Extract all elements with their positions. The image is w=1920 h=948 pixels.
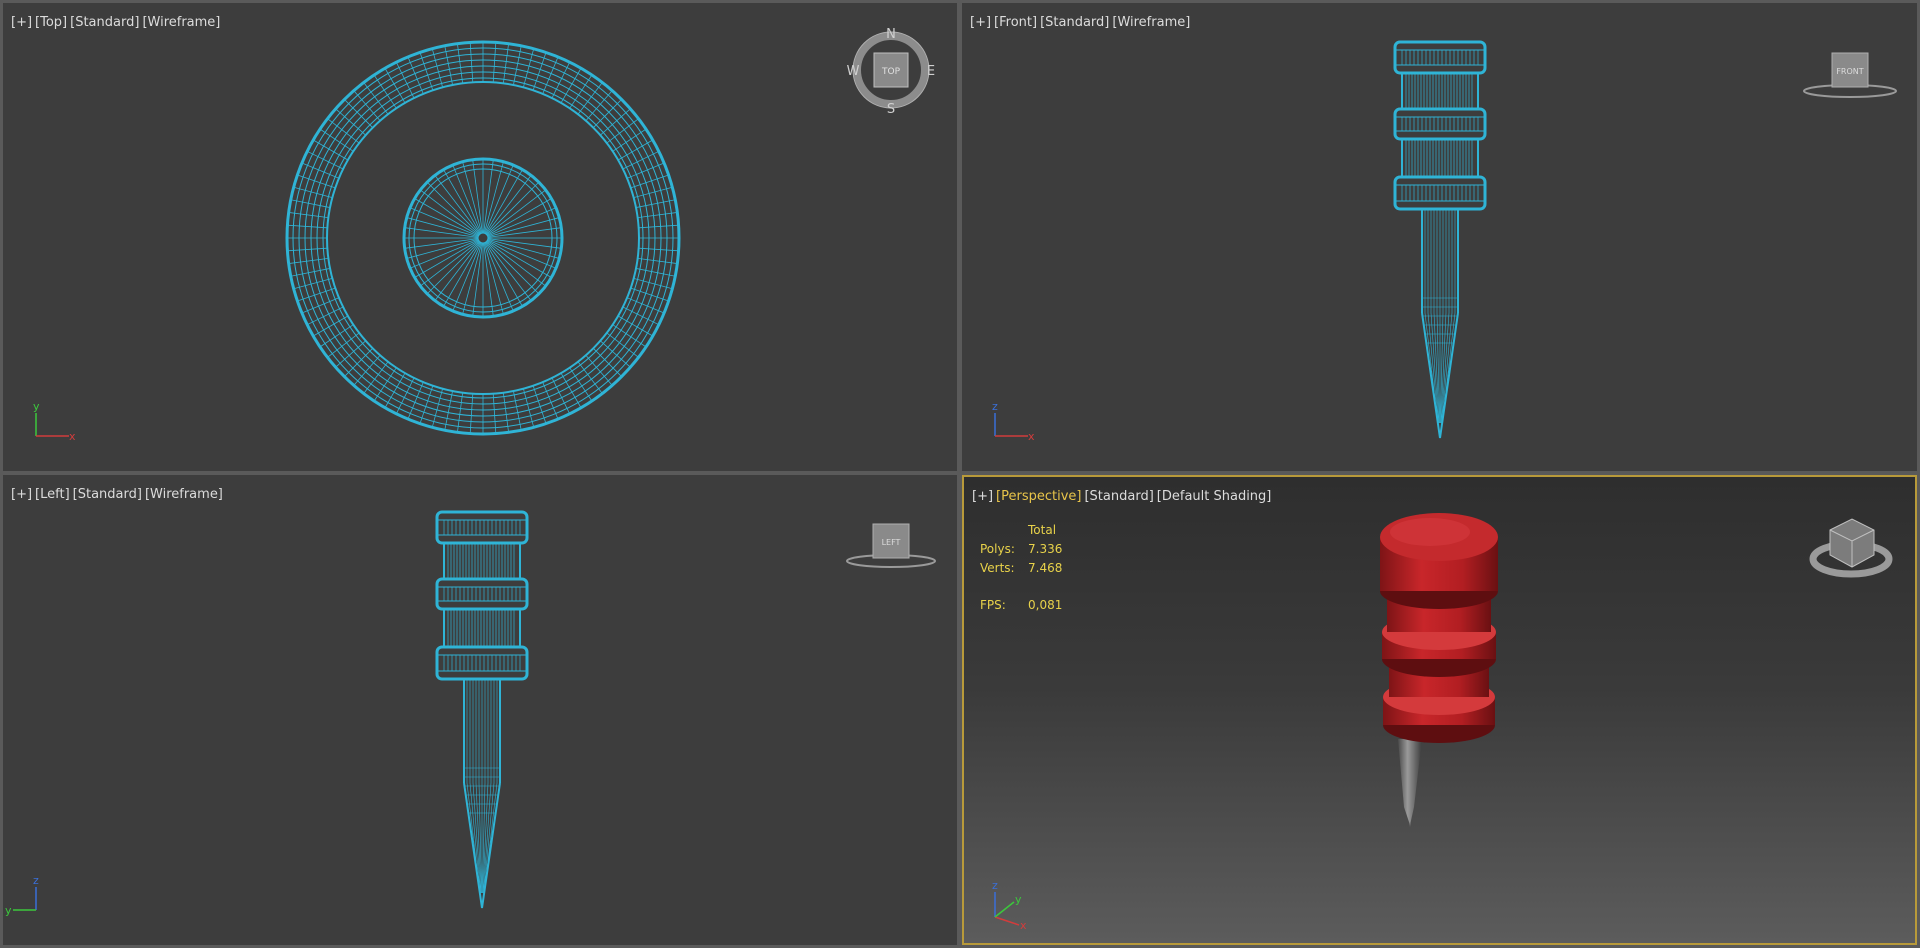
- axis-label-y: y: [5, 904, 12, 917]
- viewport-grid: [+] [Top] [Standard] [Wireframe] TOP N S…: [0, 0, 1920, 948]
- axis-tripod-perspective: z x y: [992, 879, 1027, 932]
- view-cube-front[interactable]: FRONT: [1803, 52, 1897, 98]
- top-wireframe-object: [285, 40, 681, 436]
- axis-label-y: y: [33, 400, 40, 413]
- compass-s: S: [887, 102, 895, 117]
- top-wireframe-canvas: TOP N S E W y x: [33, 27, 936, 443]
- axis-label-z: z: [33, 874, 39, 887]
- viewport-front[interactable]: [+] [Front] [Standard] [Wireframe] FRONT z …: [962, 3, 1917, 471]
- viewport-top[interactable]: [+] [Top] [Standard] [Wireframe] TOP N S…: [3, 3, 957, 471]
- front-wireframe-canvas: FRONT z x: [992, 40, 1897, 443]
- front-wireframe-object: [1393, 40, 1487, 439]
- view-cube-label: FRONT: [1836, 67, 1863, 76]
- axis-label-z: z: [992, 879, 998, 892]
- view-cube-top[interactable]: TOP N S E W: [847, 27, 936, 117]
- pushpin-model[interactable]: [1380, 513, 1498, 827]
- axis-label-y: y: [1015, 893, 1022, 906]
- viewport-left[interactable]: [+] [Left] [Standard] [Wireframe] LEFT z y: [3, 475, 957, 945]
- compass-w: W: [847, 64, 860, 79]
- perspective-canvas: z x y: [992, 513, 1893, 932]
- view-cube-label: TOP: [881, 67, 901, 77]
- viewport-perspective[interactable]: [+] [Perspective] [Standard] [Default Shadi…: [962, 475, 1917, 945]
- axis-label-x: x: [69, 430, 76, 443]
- view-cube-perspective[interactable]: [1809, 518, 1893, 578]
- axis-tripod-left: z y: [5, 874, 39, 917]
- axis-label-z: z: [992, 400, 998, 413]
- axis-label-x: x: [1020, 919, 1027, 932]
- compass-e: E: [927, 64, 935, 79]
- axis-tripod-front: z x: [992, 400, 1035, 443]
- axis-label-x: x: [1028, 430, 1035, 443]
- axis-tripod-top: y x: [33, 400, 76, 443]
- left-wireframe-canvas: LEFT z y: [5, 510, 936, 917]
- compass-n: N: [886, 27, 896, 42]
- view-cube-left[interactable]: LEFT: [846, 523, 936, 568]
- view-cube-label: LEFT: [882, 538, 901, 547]
- left-wireframe-object: [435, 510, 529, 909]
